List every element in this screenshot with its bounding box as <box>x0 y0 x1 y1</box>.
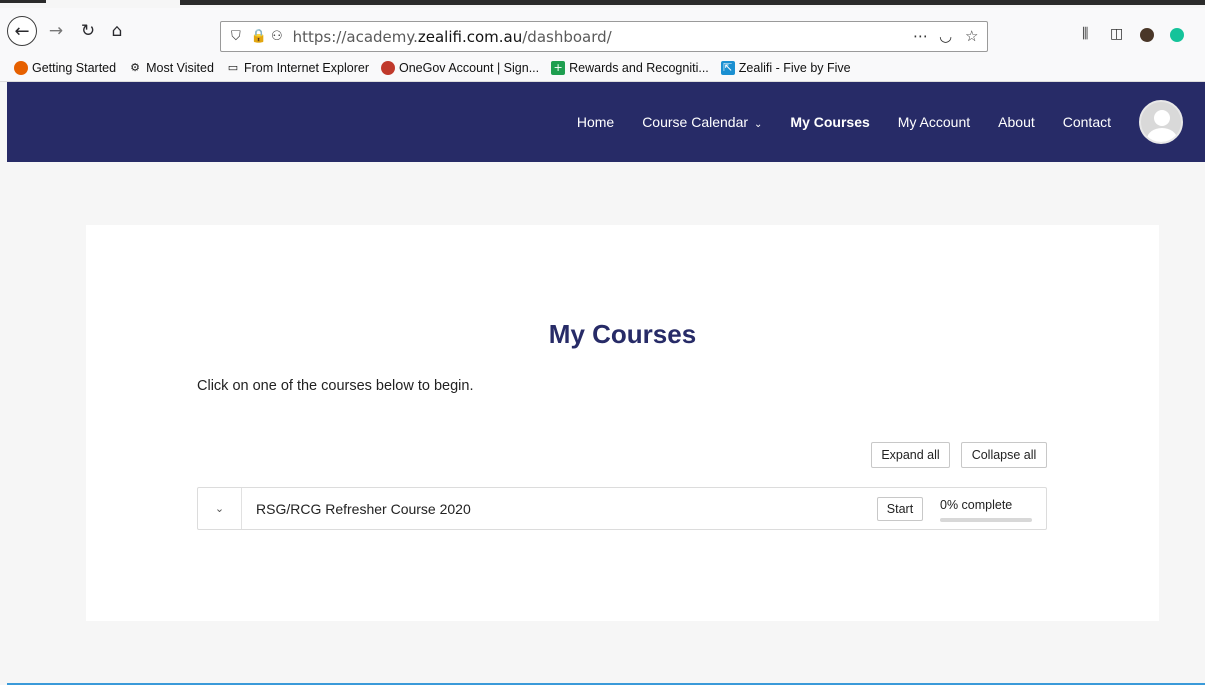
bookmark-label: Zealifi - Five by Five <box>738 60 851 75</box>
shield-icon[interactable]: ⛉ <box>231 29 241 44</box>
bookmark-from-internet-explorer[interactable]: ▭ From Internet Explorer <box>226 61 369 75</box>
bookmark-getting-started[interactable]: Getting Started <box>14 60 117 75</box>
nav-my-account[interactable]: My Account <box>898 114 970 130</box>
active-tab-indicator <box>0 0 46 3</box>
browser-toolbar: ← → ↻ ⌂ ⛉ 🔒 ⚇ https://academy.zealifi.co… <box>0 8 1205 54</box>
start-button[interactable]: Start <box>877 497 923 521</box>
url-text[interactable]: https://academy.zealifi.com.au/dashboard… <box>293 28 612 46</box>
course-title[interactable]: RSG/RCG Refresher Course 2020 <box>256 501 471 517</box>
nav-about[interactable]: About <box>998 114 1035 130</box>
home-icon[interactable]: ⌂ <box>104 18 130 44</box>
plus-icon: + <box>551 60 566 75</box>
nav-my-courses[interactable]: My Courses <box>790 114 869 130</box>
ellipsis-icon[interactable]: ⋯ <box>913 27 928 45</box>
address-bar[interactable]: ⛉ 🔒 ⚇ https://academy.zealifi.com.au/das… <box>220 21 988 52</box>
page-title: My Courses <box>548 319 697 349</box>
bookmark-zealifi[interactable]: ⇱ Zealifi - Five by Five <box>720 60 851 75</box>
chevron-down-icon[interactable]: ⌄ <box>198 488 242 529</box>
sidebar-icon[interactable]: ◫ <box>1110 26 1123 42</box>
grammarly-icon[interactable] <box>1170 28 1184 42</box>
nav-course-calendar[interactable]: Course Calendar ⌄ <box>642 114 762 130</box>
bookmark-label: Rewards and Recogniti... <box>569 60 709 75</box>
nav-home[interactable]: Home <box>577 114 614 130</box>
avatar-body <box>1147 128 1177 142</box>
avatar-head <box>1154 110 1170 126</box>
reload-icon[interactable]: ↻ <box>75 18 101 44</box>
permissions-icon[interactable]: ⚇ <box>271 29 283 44</box>
bookmark-onegov[interactable]: OneGov Account | Sign... <box>380 60 540 75</box>
bookmark-most-visited[interactable]: ⚙ Most Visited <box>128 61 214 75</box>
nav-label: Course Calendar <box>642 114 749 130</box>
extension-icon[interactable] <box>1140 28 1154 42</box>
expand-all-button[interactable]: Expand all <box>871 442 950 468</box>
courses-card: My Courses Click on one of the courses b… <box>86 225 1159 621</box>
bookmark-label: OneGov Account | Sign... <box>398 60 540 75</box>
course-row[interactable]: ⌄ RSG/RCG Refresher Course 2020 Start 0%… <box>197 487 1047 530</box>
bookmark-label: From Internet Explorer <box>243 60 369 75</box>
bookmark-rewards[interactable]: + Rewards and Recogniti... <box>551 60 709 75</box>
progress-label: 0% complete <box>940 498 1013 512</box>
gear-icon: ⚙ <box>130 61 141 74</box>
bookmark-label: Most Visited <box>146 60 214 75</box>
bookmark-label: Getting Started <box>32 60 117 75</box>
back-arrow-icon[interactable]: ← <box>7 16 37 46</box>
tab-strip <box>0 0 1205 8</box>
tab-strip-bar <box>180 0 1205 5</box>
star-icon[interactable]: ☆ <box>965 27 978 45</box>
intro-text: Click on one of the courses below to beg… <box>197 378 474 394</box>
chevron-down-icon: ⌄ <box>754 119 763 130</box>
onegov-icon <box>380 60 395 75</box>
lock-icon[interactable]: 🔒 <box>251 29 267 44</box>
zealifi-icon: ⇱ <box>720 60 735 75</box>
forward-arrow-icon[interactable]: → <box>43 18 69 44</box>
nav-contact[interactable]: Contact <box>1063 114 1111 130</box>
library-icon[interactable]: ⫼ <box>1082 26 1088 42</box>
folder-icon: ▭ <box>227 61 239 74</box>
firefox-icon <box>14 60 28 75</box>
user-avatar-icon[interactable] <box>1139 100 1183 144</box>
collapse-all-button[interactable]: Collapse all <box>961 442 1047 468</box>
main-nav: Home Course Calendar ⌄ My Courses My Acco… <box>577 82 1205 162</box>
bookmarks-bar: Getting Started ⚙ Most Visited ▭ From In… <box>0 54 1205 82</box>
progress-bar <box>940 518 1032 522</box>
pocket-icon[interactable]: ◡ <box>939 27 952 45</box>
site-header: Home Course Calendar ⌄ My Courses My Acco… <box>7 82 1205 162</box>
